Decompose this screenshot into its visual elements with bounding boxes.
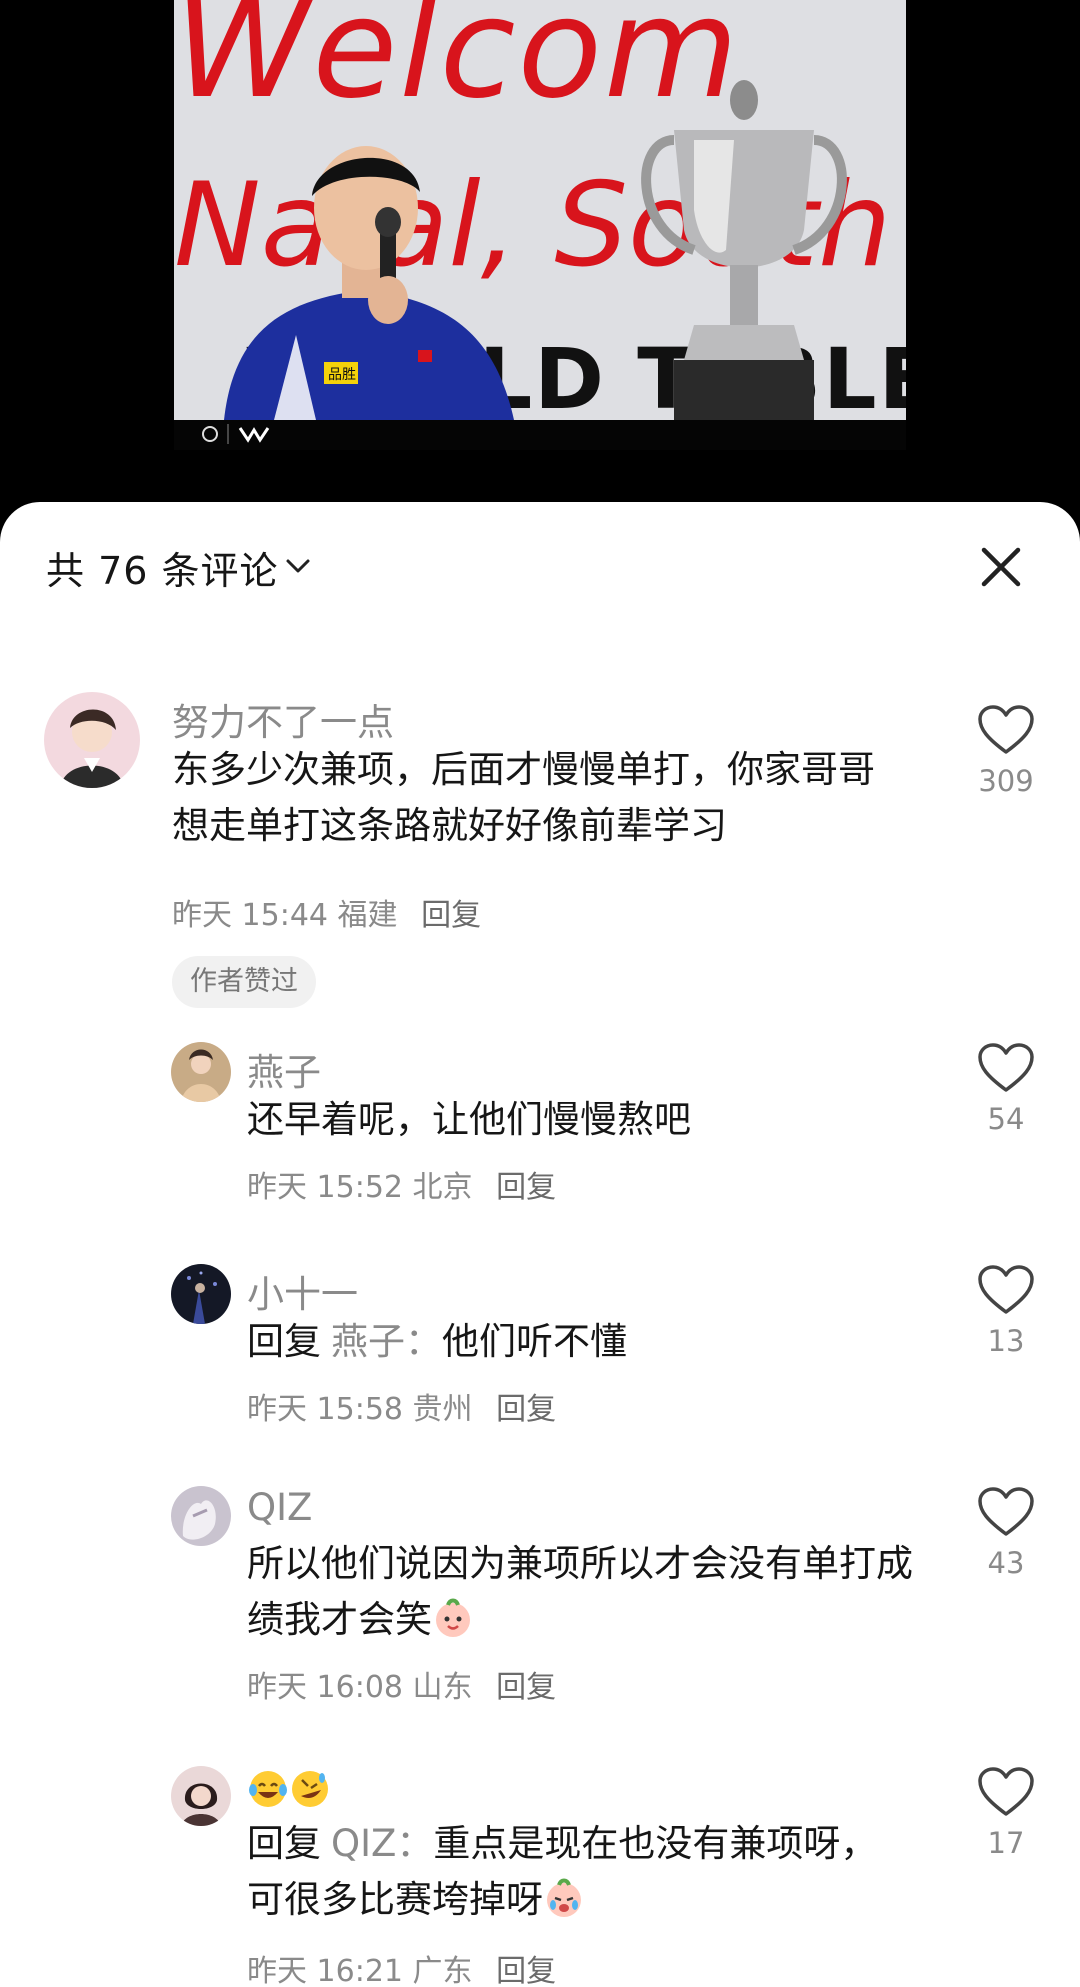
comment-time: 昨天 16:08 [247, 1670, 403, 1705]
like-count: 43 [987, 1546, 1025, 1580]
comment-meta: 昨天 15:58 贵州 回复 [247, 1384, 556, 1428]
reply-prefix: 回复 [247, 1822, 321, 1865]
comment-nickname[interactable]: 努力不了一点 [172, 692, 394, 746]
reply-button[interactable]: 回复 [496, 1170, 556, 1205]
avatar[interactable] [171, 1486, 231, 1546]
svg-text:品胜: 品胜 [328, 367, 356, 383]
like-count: 13 [987, 1324, 1025, 1358]
heart-outline-icon [978, 1487, 1034, 1536]
reply-button[interactable]: 回复 [496, 1954, 556, 1987]
comment-nickname[interactable]: QIZ [247, 1486, 312, 1529]
like-button[interactable]: 13 [970, 1264, 1042, 1358]
reply-prefix: 回复 [247, 1320, 321, 1363]
comment-time: 昨天 15:52 [247, 1170, 403, 1205]
like-button[interactable]: 17 [970, 1766, 1042, 1860]
like-count: 309 [978, 764, 1034, 798]
comment-time: 昨天 16:21 [247, 1954, 403, 1987]
comment-meta: 昨天 16:08 山东 回复 [247, 1662, 556, 1706]
heart-outline-icon [978, 1043, 1034, 1092]
reply-item: QIZ 所以他们说因为兼项所以才会没有单打成绩我才会笑 昨天 16:08 山东 … [0, 1486, 1080, 1746]
like-button[interactable]: 43 [970, 1486, 1042, 1580]
reply-button[interactable]: 回复 [421, 898, 481, 933]
comment-nickname[interactable]: 燕子 [247, 1042, 321, 1096]
comment-meta: 昨天 15:52 北京 回复 [247, 1162, 556, 1206]
comment-text: 所以他们说因为兼项所以才会没有单打成绩我才会笑 [247, 1536, 927, 1648]
comment-meta: 昨天 16:21 广东 回复 [247, 1946, 556, 1987]
comments-header: 共 76 条评论 [0, 502, 1080, 632]
reply-button[interactable]: 回复 [496, 1670, 556, 1705]
video-player[interactable]: Welcom Natal, South WORLD TABLE 品胜 [0, 0, 1080, 540]
reply-body: 他们听不懂 [442, 1320, 627, 1363]
video-frame: Welcom Natal, South WORLD TABLE 品胜 [174, 0, 906, 420]
comment-text: 回复 燕子：他们听不懂 [247, 1314, 907, 1370]
comment-location: 山东 [412, 1670, 473, 1705]
speaker-figure: 品胜 [224, 146, 514, 420]
comment-location: 北京 [412, 1170, 473, 1205]
comment-text: 东多少次兼项，后面才慢慢单打，你家哥哥想走单打这条路就好好像前辈学习 [172, 748, 875, 847]
heart-outline-icon [978, 1265, 1034, 1314]
comment-body: 所以他们说因为兼项所以才会没有单打成绩我才会笑 [247, 1542, 913, 1641]
comment-count-title[interactable]: 共 76 条评论 [46, 540, 279, 595]
tournament-logo-icon [202, 424, 270, 444]
heart-outline-icon [978, 1767, 1034, 1816]
chevron-down-icon[interactable] [284, 556, 312, 576]
comment-nickname[interactable]: 小十一 [247, 1264, 358, 1318]
comment-meta: 昨天 15:44 福建 回复 [172, 890, 481, 934]
reply-button[interactable]: 回复 [496, 1392, 556, 1427]
crying-face-emoji [543, 1877, 585, 1919]
comment-location: 广东 [412, 1954, 473, 1987]
reply-item: 燕子 还早着呢，让他们慢慢熬吧 昨天 15:52 北京 回复 54 [0, 1042, 1080, 1242]
reply-item: 回复 QIZ：重点是现在也没有兼项呀，可很多比赛垮掉呀 昨天 16:21 广东 回… [0, 1766, 1080, 1987]
comment-text: 还早着呢，让他们慢慢熬吧 [247, 1098, 691, 1141]
author-liked-badge: 作者赞过 [172, 956, 316, 1008]
like-count: 54 [987, 1102, 1025, 1136]
like-button[interactable]: 309 [970, 704, 1042, 798]
trophy-image [641, 80, 847, 420]
reply-target[interactable]: 燕子： [331, 1320, 442, 1363]
reply-target[interactable]: QIZ： [331, 1822, 433, 1865]
comment-item: 努力不了一点 东多少次兼项，后面才慢慢单打，你家哥哥想走单打这条路就好好像前辈学… [0, 692, 1080, 1052]
laughing-crying-emoji [247, 1768, 289, 1810]
comment-location: 福建 [337, 898, 398, 933]
avatar[interactable] [171, 1766, 231, 1826]
avatar[interactable] [171, 1042, 231, 1102]
close-icon[interactable] [976, 542, 1026, 592]
avatar[interactable] [171, 1264, 231, 1324]
heart-outline-icon [978, 705, 1034, 754]
comment-text: 回复 QIZ：重点是现在也没有兼项呀，可很多比赛垮掉呀 [247, 1816, 907, 1928]
like-count: 17 [987, 1826, 1025, 1860]
reply-item: 小十一 回复 燕子：他们听不懂 昨天 15:58 贵州 回复 13 [0, 1264, 1080, 1464]
like-button[interactable]: 54 [970, 1042, 1042, 1136]
smiling-face-emoji [432, 1597, 474, 1639]
rolling-laughing-emoji [289, 1768, 331, 1810]
comments-sheet: 共 76 条评论 努力不了一点 东多少次兼项，后面才慢慢单打，你家哥哥想走单打这… [0, 502, 1080, 1987]
comment-location: 贵州 [412, 1392, 473, 1427]
comment-time: 昨天 15:58 [247, 1392, 403, 1427]
avatar[interactable] [44, 692, 140, 788]
comment-nickname[interactable] [247, 1768, 331, 1812]
comment-time: 昨天 15:44 [172, 898, 328, 933]
